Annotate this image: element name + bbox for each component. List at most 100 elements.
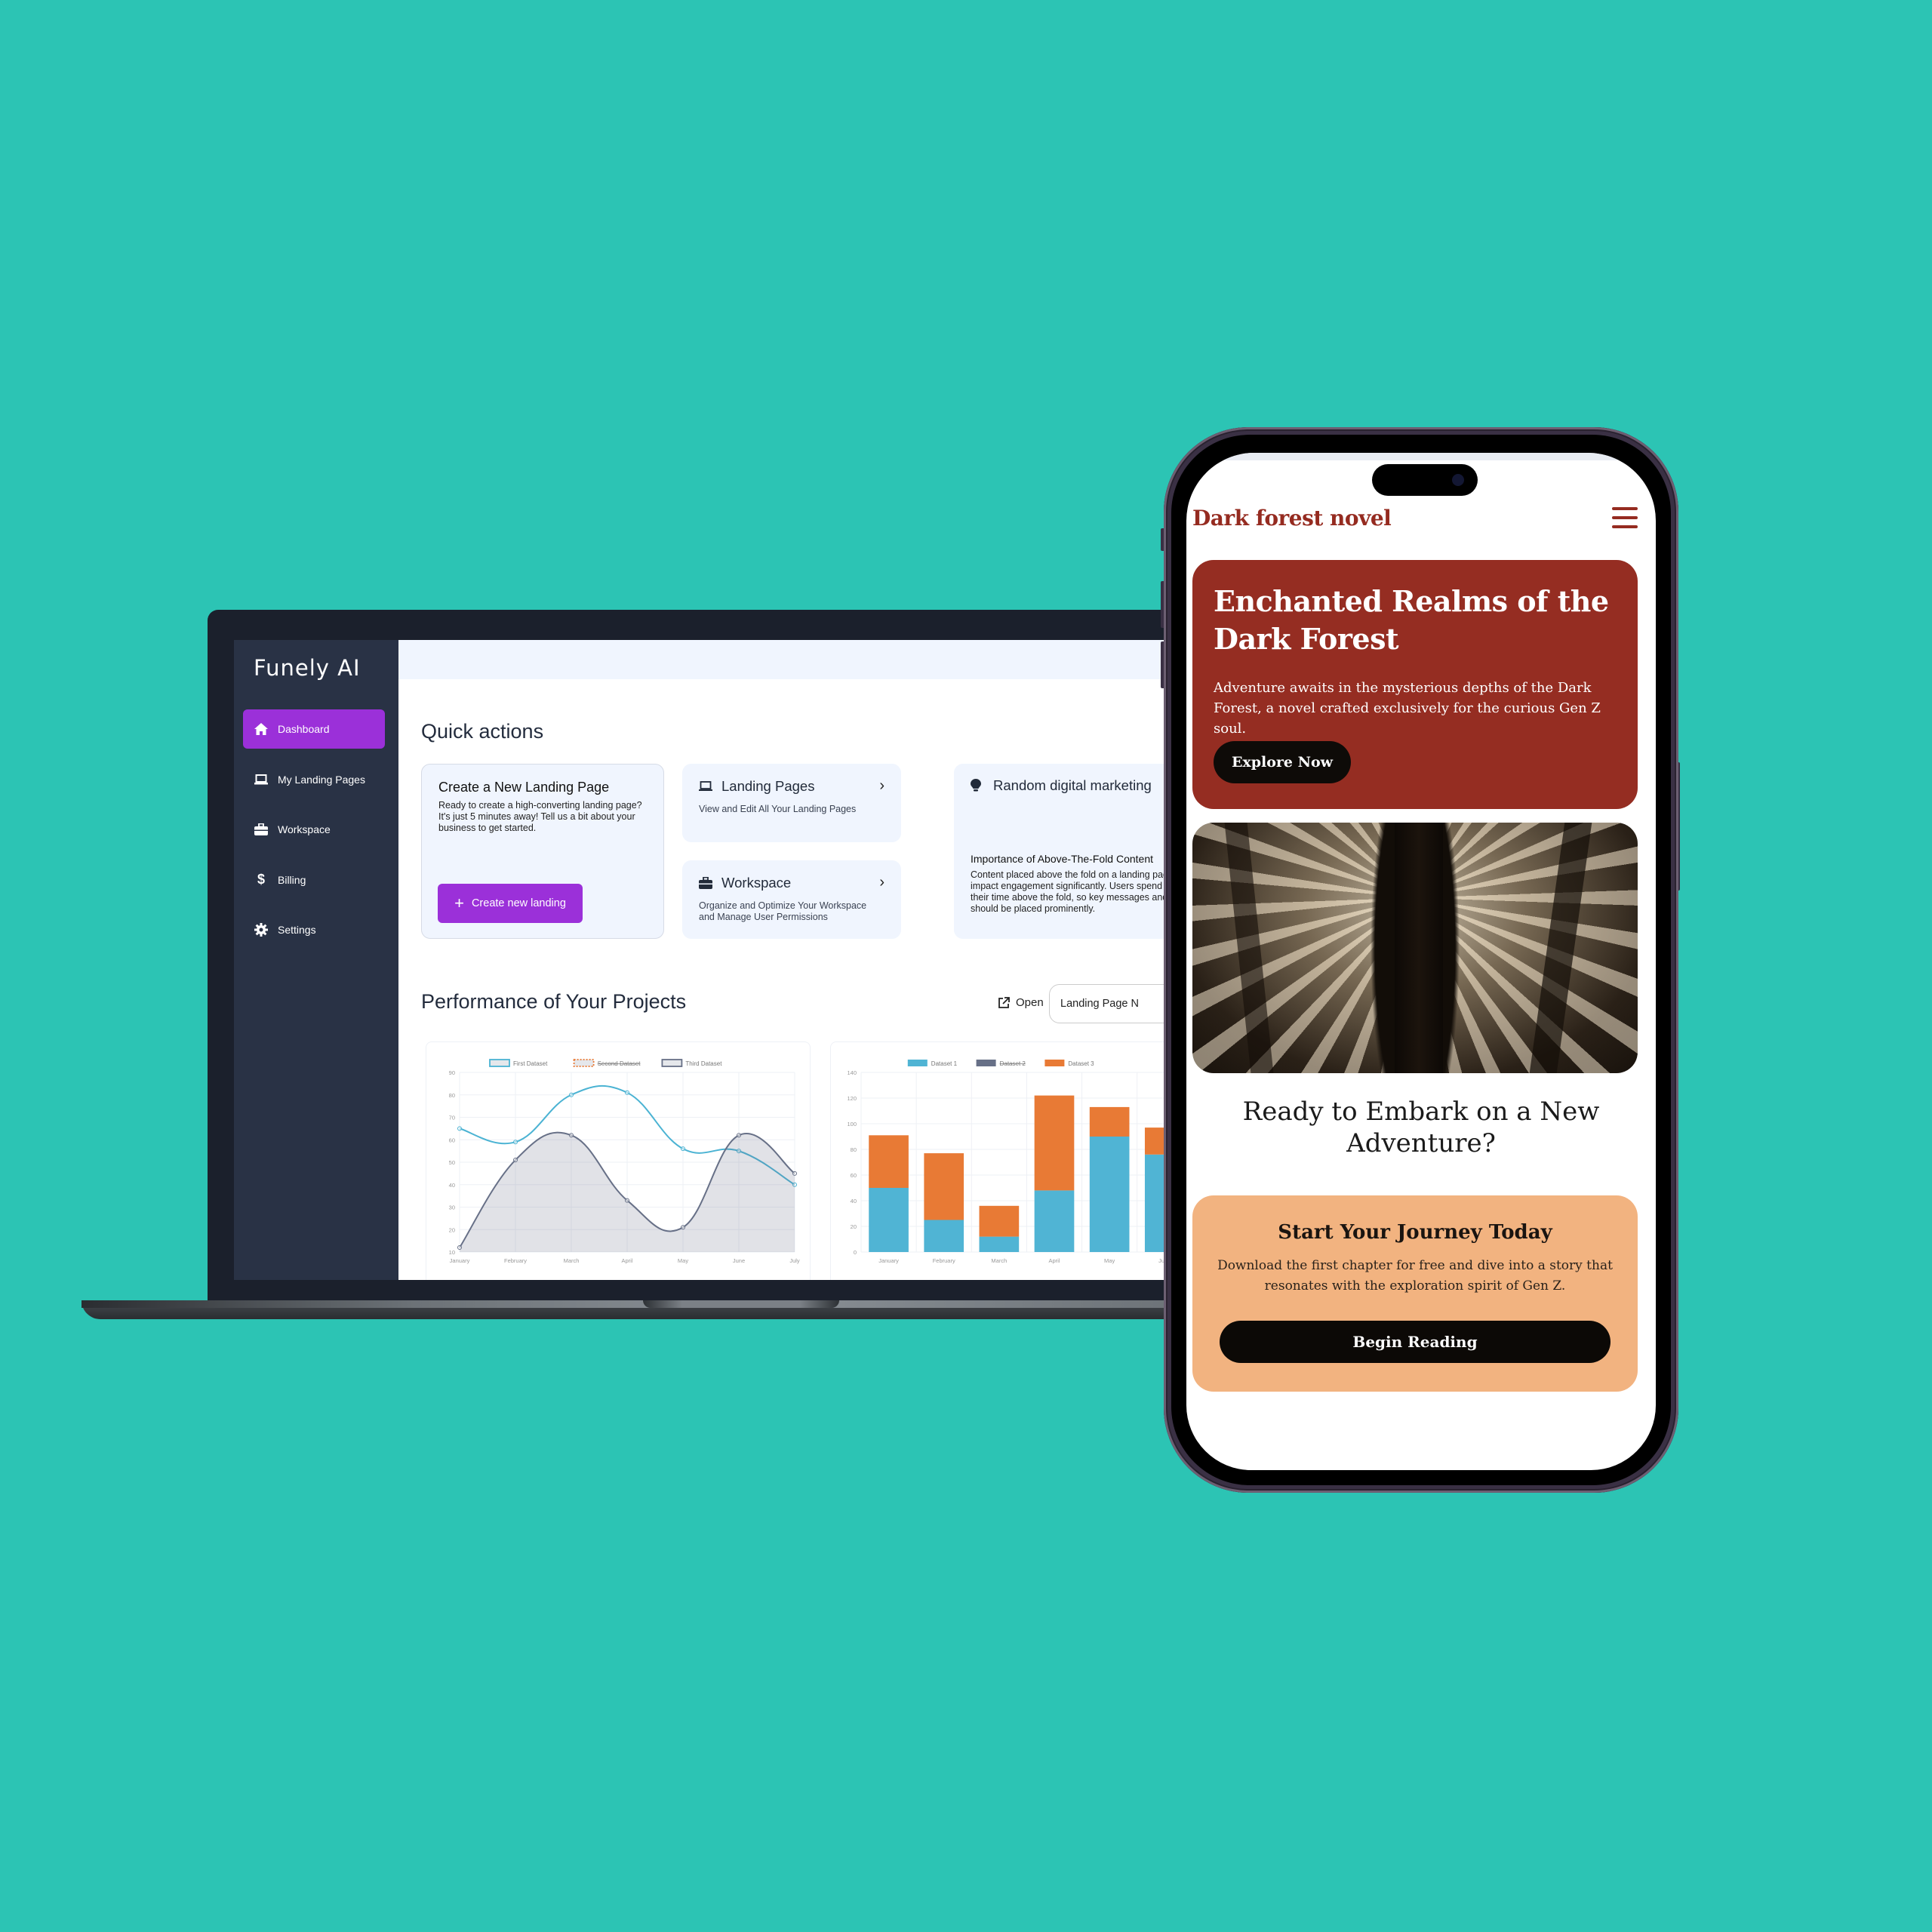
x-tick-label: February <box>504 1257 527 1264</box>
sidebar-item-label: Billing <box>278 873 306 886</box>
external-link-icon <box>998 996 1010 1009</box>
landing-pages-card[interactable]: Landing Pages › View and Edit All Your L… <box>682 764 901 842</box>
x-tick-label: March <box>991 1257 1007 1264</box>
sidebar-nav: Dashboard My Landing Pages Workspace $ B… <box>243 709 385 961</box>
legend-swatch <box>907 1060 928 1066</box>
explore-now-button[interactable]: Explore Now <box>1214 741 1351 783</box>
x-tick-label: March <box>564 1257 580 1264</box>
open-link[interactable]: Open <box>998 996 1044 1009</box>
bar-dataset-3 <box>979 1205 1020 1237</box>
sidebar-item-label: Settings <box>278 924 316 936</box>
site-brand[interactable]: Dark forest novel <box>1192 506 1392 531</box>
data-point <box>625 1198 629 1203</box>
chevron-right-icon: › <box>879 777 884 794</box>
create-card-description: Ready to create a high-converting landin… <box>438 800 642 833</box>
forest-image <box>1192 823 1638 1073</box>
bar-dataset-3 <box>1089 1106 1130 1137</box>
data-point <box>569 1133 574 1138</box>
dollar-icon: $ <box>257 872 265 887</box>
legend-swatch <box>661 1059 683 1067</box>
tip-card-title: Random digital marketing <box>993 777 1152 793</box>
legend-item: Dataset 2 <box>976 1060 1026 1067</box>
status-bar <box>1186 453 1656 460</box>
data-point <box>513 1140 518 1145</box>
y-tick-label: 60 <box>851 1172 857 1179</box>
legend-label: Dataset 1 <box>931 1060 958 1067</box>
bar-chart-card: Dataset 1 Dataset 2 Dataset 3 0 20 40 60 80 100 1… <box>830 1041 1189 1280</box>
x-tick-label: January <box>878 1257 899 1264</box>
x-tick-label: May <box>678 1257 688 1264</box>
laptop-icon <box>699 780 715 792</box>
hero-title: Enchanted Realms of the Dark Forest <box>1214 584 1609 656</box>
legend-swatch <box>976 1060 996 1066</box>
sidebar-item-billing[interactable]: $ Billing <box>243 860 385 900</box>
x-tick-label: April <box>1048 1257 1060 1264</box>
y-tick-label: 30 <box>449 1204 455 1211</box>
legend-swatch <box>489 1059 510 1067</box>
legend-item: Second Dataset <box>573 1059 641 1067</box>
hamburger-menu-icon[interactable] <box>1612 507 1638 528</box>
data-point <box>792 1171 797 1176</box>
landing-page-select-value: Landing Page N <box>1060 998 1139 1010</box>
y-tick-label: 20 <box>449 1226 455 1233</box>
x-tick-label: June <box>733 1257 745 1264</box>
laptop-base-edge <box>82 1300 1191 1308</box>
legend-item: Dataset 1 <box>907 1060 958 1067</box>
sidebar-item-my-landing-pages[interactable]: My Landing Pages <box>243 760 385 799</box>
bar-dataset-3 <box>869 1135 909 1188</box>
legend-label: Dataset 3 <box>1068 1060 1094 1067</box>
bar-dataset-1 <box>979 1236 1020 1252</box>
x-tick-label: January <box>450 1257 470 1264</box>
main-content: Quick actions Create a New Landing Page … <box>398 640 1189 1280</box>
sidebar-item-workspace[interactable]: Workspace <box>243 810 385 849</box>
workspace-card-title: Workspace <box>721 874 792 891</box>
line-chart-card: First Dataset Second Dataset Third Dataset… <box>426 1041 811 1280</box>
plus-icon: + <box>454 894 464 912</box>
legend-item: First Dataset <box>489 1059 548 1067</box>
laptop-hinge-notch <box>643 1300 839 1308</box>
x-tick-label: July <box>789 1257 800 1264</box>
tip-heading: Importance of Above-The-Fold Content <box>971 853 1154 865</box>
y-tick-label: 120 <box>847 1095 857 1102</box>
begin-reading-button[interactable]: Begin Reading <box>1220 1321 1611 1363</box>
legend-item: Third Dataset <box>661 1059 722 1067</box>
data-point <box>513 1158 518 1163</box>
create-new-landing-button[interactable]: + Create new landing <box>438 884 583 923</box>
sidebar-item-label: My Landing Pages <box>278 773 365 786</box>
open-link-label: Open <box>1016 996 1044 1009</box>
novel-landing-page: Dark forest novel Enchanted Realms of th… <box>1186 453 1656 1470</box>
laptop-icon <box>254 772 269 787</box>
y-tick-label: 70 <box>449 1115 455 1121</box>
briefcase-icon <box>254 822 269 837</box>
journey-cta-section: Start Your Journey Today Download the fi… <box>1192 1195 1638 1392</box>
landing-pages-card-title: Landing Pages <box>721 777 815 794</box>
legend-label: Third Dataset <box>685 1060 722 1067</box>
performance-title: Performance of Your Projects <box>421 990 687 1013</box>
data-point <box>681 1225 685 1230</box>
quick-actions-title: Quick actions <box>421 720 544 743</box>
top-bar <box>398 640 1189 679</box>
landing-pages-card-description: View and Edit All Your Landing Pages <box>699 804 857 814</box>
tip-body: Content placed above the fold on a landi… <box>971 869 1189 914</box>
line-chart: First Dataset Second Dataset Third Dataset… <box>449 1059 800 1264</box>
bar-dataset-3 <box>1034 1095 1075 1191</box>
sidebar-item-settings[interactable]: Settings <box>243 910 385 949</box>
legend-item: Dataset 3 <box>1044 1060 1094 1067</box>
brand-logo: Funely AI <box>254 655 361 681</box>
y-tick-label: 20 <box>851 1223 857 1230</box>
y-tick-label: 80 <box>851 1146 857 1153</box>
sidebar-item-label: Dashboard <box>278 723 330 735</box>
bar-dataset-3 <box>924 1153 964 1220</box>
x-tick-label: May <box>1104 1257 1115 1264</box>
home-icon <box>254 721 269 737</box>
data-point <box>457 1245 462 1251</box>
sidebar-item-label: Workspace <box>278 823 331 835</box>
journey-description: Download the first chapter for free and … <box>1217 1258 1613 1294</box>
sidebar: Funely AI Dashboard My Landing Pages Wor… <box>234 640 398 1280</box>
workspace-card-description: Organize and Optimize Your Workspace and… <box>699 900 867 922</box>
sidebar-item-dashboard[interactable]: Dashboard <box>243 709 385 749</box>
workspace-card[interactable]: Workspace › Organize and Optimize Your W… <box>682 860 901 939</box>
y-tick-label: 40 <box>851 1198 857 1204</box>
data-point <box>569 1092 574 1097</box>
hero-description: Adventure awaits in the mysterious depth… <box>1214 680 1601 737</box>
